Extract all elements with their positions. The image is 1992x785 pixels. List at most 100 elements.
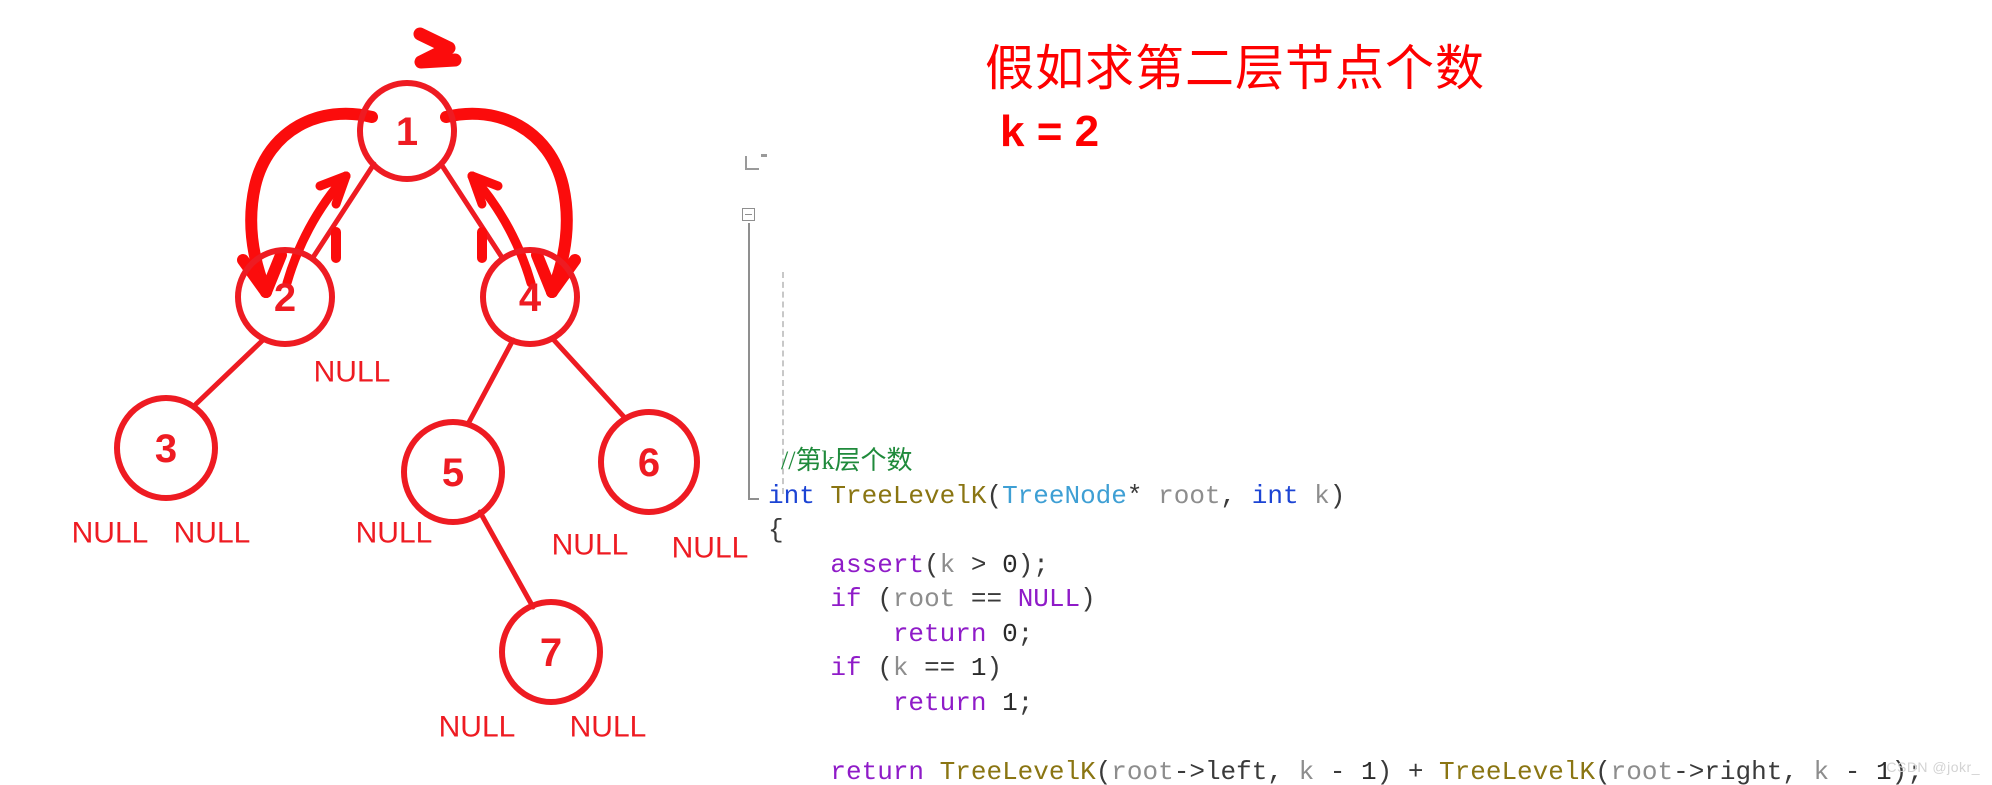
code-token: TreeNode	[1002, 480, 1127, 511]
binary-tree-diagram: 1 2 4 3 5 6 7 NULL NULL NULL NULL NULL N…	[0, 0, 760, 785]
code-token: (	[861, 584, 893, 614]
code-token: )	[1080, 584, 1096, 614]
code-token: 1	[970, 653, 987, 683]
code-token: -	[1829, 756, 1876, 785]
annotation-k-value: k = 2	[1000, 107, 1100, 157]
code-token: ==	[908, 653, 971, 683]
null-label: NULL	[672, 532, 749, 565]
code-token: NULL	[1017, 584, 1081, 614]
tree-node-5-label: 5	[442, 451, 464, 495]
code-token: ->	[1173, 756, 1205, 785]
code-token: root	[1610, 756, 1674, 785]
code-region-corner-marker	[745, 156, 759, 170]
tree-node-3: 3	[114, 395, 218, 501]
null-label: NULL	[439, 711, 516, 744]
code-token: (	[1595, 756, 1611, 785]
code-token: root	[1111, 756, 1174, 785]
null-label: NULL	[552, 529, 629, 562]
code-token: root	[1158, 480, 1221, 511]
code-token: 0	[1002, 618, 1018, 649]
code-token: )	[1329, 480, 1346, 511]
tree-svg: 1 2 4 3 5 6 7 NULL NULL NULL NULL NULL N…	[72, 27, 749, 744]
null-label: NULL	[314, 356, 391, 389]
tree-node-3-label: 3	[155, 427, 177, 471]
line-return-recursive[interactable]: return TreeLevelK(root->left, k - 1) + T…	[742, 755, 1922, 785]
tree-node-1: 1	[357, 80, 457, 182]
null-label: NULL	[174, 517, 251, 550]
code-token: 0	[1002, 549, 1018, 580]
code-token: assert	[830, 549, 925, 580]
line-assert[interactable]: assert(k > 0);	[742, 548, 1923, 583]
code-token: TreeLevelK	[1439, 756, 1596, 785]
code-token: right	[1704, 756, 1783, 785]
code-lines[interactable]: //第k层个数 int TreeLevelK(TreeNode* root, in…	[742, 444, 1923, 785]
tree-node-2-label: 2	[274, 276, 296, 320]
code-token: root	[892, 584, 956, 614]
code-token: TreeLevelK	[830, 480, 987, 511]
code-region-corner-dot	[761, 154, 767, 157]
tree-node-4: 4	[480, 247, 580, 347]
annotation-block: 假如求第二层节点个数 k = 2	[985, 38, 1485, 157]
code-token: k	[1813, 756, 1830, 785]
illustration-canvas: 1 2 4 3 5 6 7 NULL NULL NULL NULL NULL N…	[0, 0, 1992, 785]
code-token: {	[768, 515, 784, 545]
code-token: >	[955, 549, 1003, 580]
code-token: k	[1314, 480, 1330, 511]
code-token: k	[1298, 756, 1315, 785]
code-token: int	[768, 480, 815, 511]
code-token: k	[939, 549, 956, 580]
collapse-toggle-icon[interactable]	[742, 208, 755, 221]
code-token: return	[892, 687, 987, 718]
code-token: k	[892, 653, 909, 683]
tree-node-7: 7	[499, 599, 603, 705]
line-if-root-null[interactable]: if (root == NULL)	[742, 582, 1923, 617]
code-token: ,	[1220, 480, 1252, 511]
tree-node-5: 5	[401, 419, 505, 525]
code-token: (	[924, 549, 940, 580]
line-signature[interactable]: int TreeLevelK(TreeNode* root, int k)	[742, 479, 1923, 514]
tree-node-1-label: 1	[396, 110, 418, 154]
code-panel: //第k层个数 int TreeLevelK(TreeNode* root, in…	[742, 154, 1923, 785]
tree-node-4-label: 4	[519, 276, 542, 320]
code-token: TreeLevelK	[939, 756, 1096, 785]
code-token: ==	[955, 584, 1018, 614]
line-return-zero[interactable]: return 0;	[742, 617, 1923, 652]
code-token: ->	[1673, 756, 1705, 785]
code-token: ;	[1017, 618, 1034, 649]
code-token: ) +	[1376, 756, 1440, 785]
line-if-k-one[interactable]: if (k == 1)	[742, 651, 1923, 686]
line-comment[interactable]: //第k层个数	[742, 444, 1923, 479]
null-label: NULL	[356, 517, 433, 550]
code-token: ;	[1017, 687, 1034, 718]
code-token: int	[1251, 480, 1299, 511]
code-token: ,	[1782, 756, 1814, 785]
watermark: CSDN @jokr_	[1886, 759, 1980, 775]
tree-node-7-label: 7	[540, 631, 562, 675]
line-open-brace[interactable]: {	[742, 513, 1923, 548]
code-token: (	[861, 653, 893, 683]
code-token: )	[986, 653, 1003, 683]
code-token: (	[1095, 756, 1112, 785]
code-token: *	[1126, 480, 1143, 511]
line-return-one[interactable]: return 1;	[742, 686, 1923, 721]
code-token: return	[892, 618, 987, 649]
arrow-root-to-left-child	[237, 107, 378, 298]
code-token: 1	[1002, 687, 1018, 718]
code-token: if	[830, 653, 862, 683]
code-token: left	[1204, 756, 1268, 785]
line-blank[interactable]	[742, 720, 1923, 755]
code-token: //第k层个数	[768, 446, 913, 475]
tree-node-6-label: 6	[638, 441, 660, 485]
code-token: );	[1017, 549, 1049, 580]
